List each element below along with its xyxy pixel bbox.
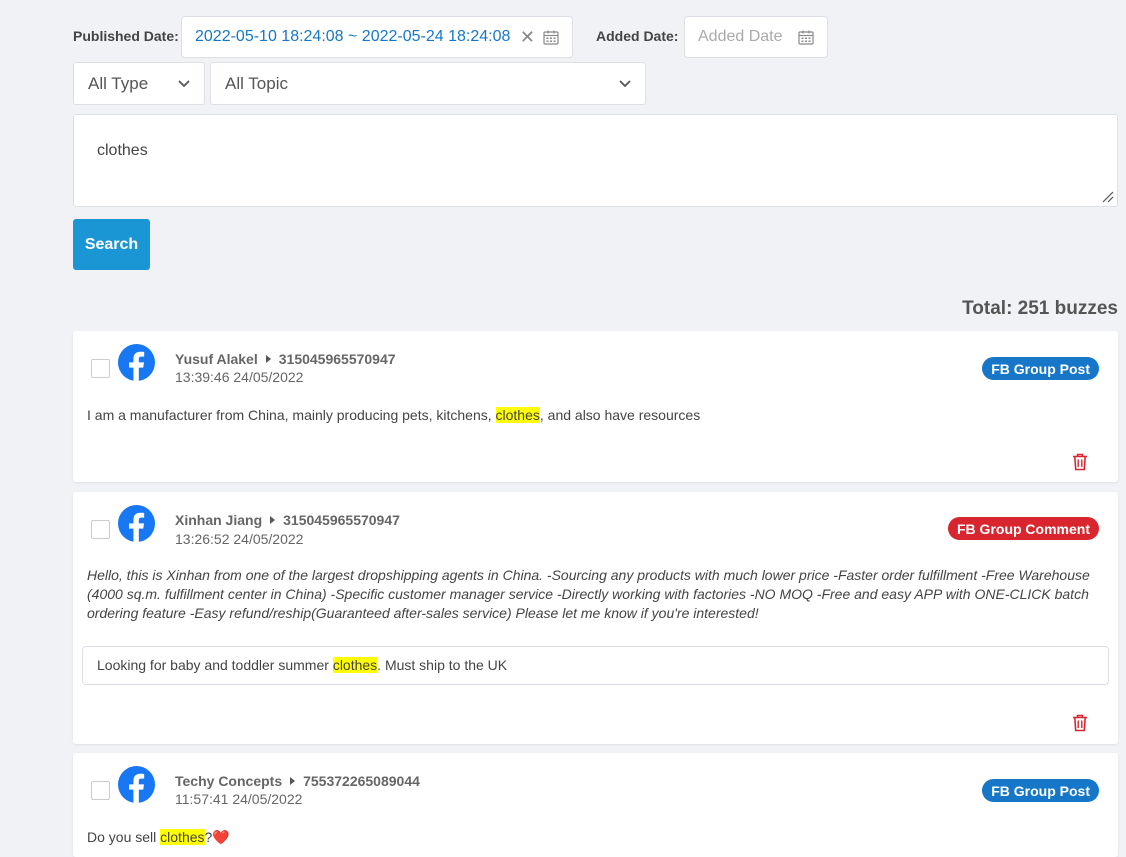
search-button[interactable]: Search	[73, 219, 150, 270]
caret-right-icon	[290, 777, 296, 785]
buzz-author[interactable]: Yusuf Alakel 315045965570947	[175, 351, 396, 367]
buzz-type-badge: FB Group Comment	[948, 517, 1099, 540]
keyword-highlight: clothes	[495, 407, 540, 423]
buzz-content: Do you sell clothes?❤️	[87, 828, 1104, 847]
buzz-type-badge: FB Group Post	[982, 357, 1099, 380]
keyword-highlight: clothes	[160, 829, 205, 845]
group-id: 755372265089044	[303, 773, 420, 789]
facebook-icon	[118, 505, 155, 542]
keyword-highlight: clothes	[332, 657, 378, 673]
added-date-label: Added Date:	[596, 28, 679, 44]
total-count: Total: 251 buzzes	[962, 298, 1118, 319]
published-date-range-picker[interactable]: 2022-05-10 18:24:08 ~ 2022-05-24 18:24:0…	[181, 16, 573, 58]
topic-select-value: All Topic	[225, 73, 288, 93]
published-date-label: Published Date:	[73, 28, 179, 44]
content-text: I am a manufacturer from China, mainly p…	[87, 407, 496, 423]
calendar-icon	[543, 30, 559, 45]
content-text: , and also have resources	[539, 407, 701, 423]
quote-text: Looking for baby and toddler summer	[97, 657, 333, 673]
buzz-author[interactable]: Xinhan Jiang 315045965570947	[175, 512, 400, 528]
buzz-type-badge: FB Group Post	[982, 779, 1099, 802]
select-checkbox[interactable]	[91, 781, 110, 800]
quoted-post: Looking for baby and toddler summer clot…	[82, 646, 1109, 685]
caret-right-icon	[270, 516, 276, 524]
buzz-timestamp: 11:57:41 24/05/2022	[175, 791, 303, 807]
select-checkbox[interactable]	[91, 520, 110, 539]
buzz-card: Xinhan Jiang 315045965570947 13:26:52 24/…	[73, 492, 1118, 744]
type-select[interactable]: All Type	[73, 62, 205, 105]
type-select-value: All Type	[88, 73, 149, 93]
author-name: Techy Concepts	[175, 773, 283, 789]
resize-handle-icon[interactable]	[1102, 191, 1114, 203]
facebook-icon	[118, 766, 155, 803]
trash-icon[interactable]	[1072, 714, 1088, 732]
added-date-placeholder: Added Date	[698, 28, 783, 45]
calendar-icon	[798, 30, 814, 45]
buzz-author[interactable]: Techy Concepts 755372265089044	[175, 773, 420, 789]
author-name: Xinhan Jiang	[175, 512, 263, 528]
group-id: 315045965570947	[283, 512, 400, 528]
trash-icon[interactable]	[1072, 453, 1088, 471]
select-checkbox[interactable]	[91, 359, 110, 378]
facebook-icon	[118, 344, 155, 381]
buzz-content: I am a manufacturer from China, mainly p…	[87, 406, 1104, 425]
published-date-range-value: 2022-05-10 18:24:08 ~ 2022-05-24 18:24:0…	[195, 28, 511, 45]
buzz-card: Yusuf Alakel 315045965570947 13:39:46 24/…	[73, 331, 1118, 482]
author-name: Yusuf Alakel	[175, 351, 258, 367]
caret-right-icon	[265, 355, 271, 363]
quote-text: . Must ship to the UK	[377, 657, 508, 673]
search-query-value: clothes	[97, 142, 148, 159]
buzz-card: Techy Concepts 755372265089044 11:57:41 2…	[73, 753, 1118, 857]
added-date-picker[interactable]: Added Date	[684, 16, 828, 58]
buzz-timestamp: 13:26:52 24/05/2022	[175, 531, 304, 547]
clear-icon[interactable]: ✕	[520, 27, 535, 48]
content-text: Do you sell	[87, 829, 161, 845]
buzz-content: Hello, this is Xinhan from one of the la…	[87, 567, 1090, 621]
topic-select[interactable]: All Topic	[210, 62, 646, 105]
group-id: 315045965570947	[278, 351, 396, 367]
buzz-timestamp: 13:39:46 24/05/2022	[175, 369, 304, 385]
search-query-textarea[interactable]: clothes	[73, 114, 1118, 207]
chevron-down-icon	[619, 79, 631, 87]
heart-emoji: ❤️	[212, 829, 230, 845]
chevron-down-icon	[178, 79, 190, 87]
